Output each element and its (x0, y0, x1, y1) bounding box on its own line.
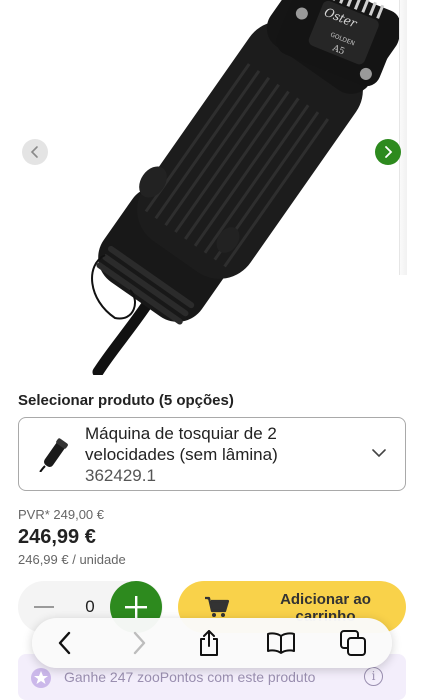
bookmarks-icon (267, 632, 295, 654)
browser-bookmarks-button[interactable] (266, 628, 296, 658)
forward-arrow-icon (133, 631, 146, 655)
gallery-next-button[interactable] (375, 139, 401, 165)
plus-icon (125, 596, 147, 618)
variant-dropdown[interactable]: Máquina de tosquiar de 2 velocidades (se… (18, 417, 406, 491)
share-icon (200, 630, 218, 656)
browser-share-button[interactable] (194, 628, 224, 658)
browser-toolbar (32, 618, 392, 668)
back-arrow-icon (58, 631, 71, 655)
select-product-label: Selecionar produto (5 opções) (18, 392, 234, 409)
unit-price: 246,99 € / unidade (18, 552, 126, 567)
browser-tabs-button[interactable] (338, 628, 368, 658)
points-text: Ganhe 247 zooPontos com este produto (64, 669, 316, 685)
next-image-preview (399, 0, 407, 275)
cart-icon (205, 596, 230, 617)
decrease-quantity-button[interactable] (32, 595, 56, 619)
chevron-down-icon (372, 449, 386, 458)
star-badge-icon (31, 668, 51, 688)
info-icon[interactable]: i (364, 667, 383, 686)
product-gallery[interactable]: Oster GOLDEN A5 (0, 0, 423, 375)
browser-back-button[interactable] (50, 628, 80, 658)
chevron-right-icon (385, 146, 393, 158)
minus-icon (34, 606, 54, 608)
quantity-value[interactable]: 0 (80, 597, 100, 617)
recommended-price: PVR* 249,00 € (18, 507, 105, 522)
product-image: Oster GOLDEN A5 (91, 0, 401, 375)
variant-name: Máquina de tosquiar de 2 velocidades (se… (85, 424, 278, 464)
variant-sku: 362429.1 (85, 466, 156, 485)
chevron-left-icon (30, 146, 38, 158)
gallery-prev-button[interactable] (22, 139, 48, 165)
tabs-icon (340, 630, 366, 656)
current-price: 246,99 € (18, 526, 96, 548)
variant-thumbnail (39, 438, 68, 472)
browser-forward-button[interactable] (124, 628, 154, 658)
